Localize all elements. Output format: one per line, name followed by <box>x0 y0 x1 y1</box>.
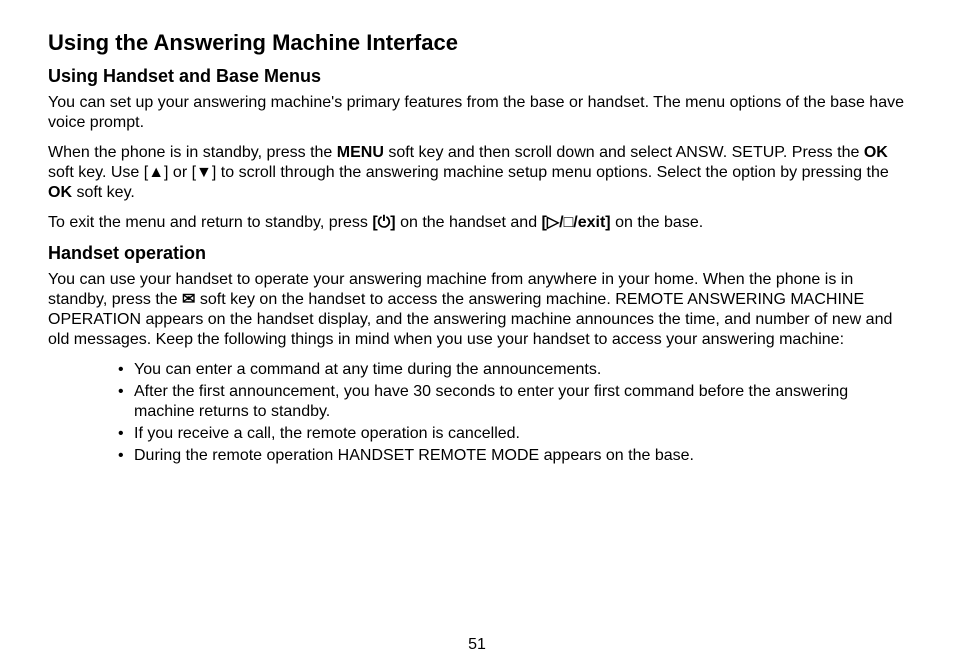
ok-key-label: OK <box>48 184 72 201</box>
paragraph: When the phone is in standby, press the … <box>48 143 906 203</box>
end-key-icon: [⏻] <box>372 214 395 231</box>
page-number: 51 <box>0 636 954 654</box>
paragraph: You can use your handset to operate your… <box>48 270 906 350</box>
list-item: You can enter a command at any time duri… <box>118 360 906 380</box>
up-arrow-icon: ▲ <box>148 164 164 181</box>
list-item: During the remote operation HANDSET REMO… <box>118 446 906 466</box>
list-item: If you receive a call, the remote operat… <box>118 424 906 444</box>
text: on the handset and <box>396 214 542 231</box>
text: on the base. <box>611 214 704 231</box>
section-heading-2: Handset operation <box>48 243 906 264</box>
text: soft key and then scroll down and select… <box>384 144 864 161</box>
paragraph: You can set up your answering machine's … <box>48 93 906 133</box>
text: soft key. <box>72 184 135 201</box>
text: When the phone is in standby, press the <box>48 144 337 161</box>
list-item: After the first announcement, you have 3… <box>118 382 906 422</box>
envelope-icon: ✉ <box>182 291 195 308</box>
page-title: Using the Answering Machine Interface <box>48 30 906 56</box>
text: ] to scroll through the answering machin… <box>212 164 889 181</box>
section-heading-1: Using Handset and Base Menus <box>48 66 906 87</box>
text: soft key. Use [ <box>48 164 148 181</box>
play-stop-exit-key-label: [▷/□/exit] <box>542 214 611 231</box>
text: ] or [ <box>164 164 196 181</box>
document-page: Using the Answering Machine Interface Us… <box>0 0 954 670</box>
bullet-list: You can enter a command at any time duri… <box>48 360 906 466</box>
paragraph: To exit the menu and return to standby, … <box>48 213 906 233</box>
menu-key-label: MENU <box>337 144 384 161</box>
ok-key-label: OK <box>864 144 888 161</box>
text: To exit the menu and return to standby, … <box>48 214 372 231</box>
down-arrow-icon: ▼ <box>196 164 212 181</box>
